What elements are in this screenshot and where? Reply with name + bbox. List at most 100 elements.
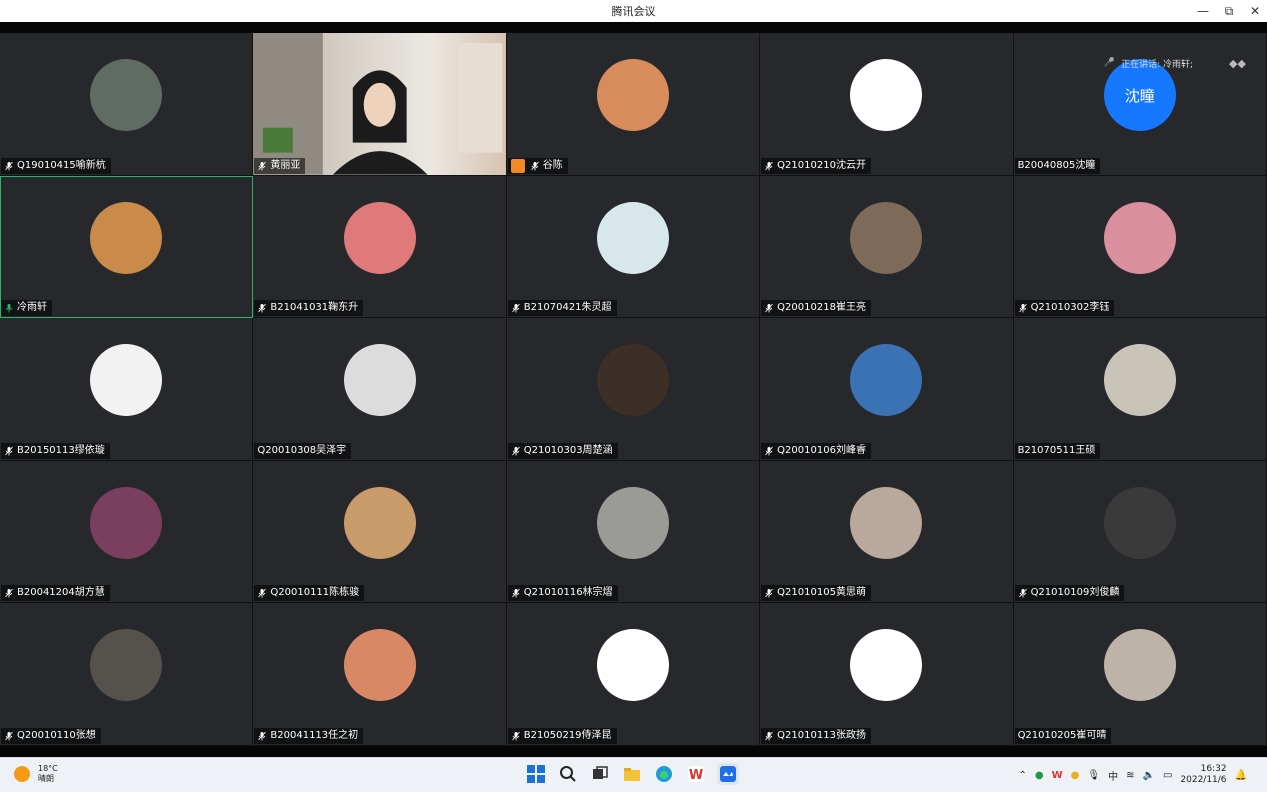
weather-widget[interactable]: 18°C 晴朗 xyxy=(14,764,58,784)
participant-avatar xyxy=(850,201,923,274)
participant-name-tag: Q21010302李钰 xyxy=(1014,300,1115,317)
svg-text:W: W xyxy=(689,768,703,783)
wps-tray-icon[interactable]: W xyxy=(1052,770,1063,781)
participant-tile[interactable]: B20041113任之初 xyxy=(253,603,507,746)
chevron-up-icon[interactable]: ⌃ xyxy=(1019,770,1027,781)
participant-tile[interactable]: Q21010210沈云开 xyxy=(760,33,1014,176)
microphone-muted-icon xyxy=(764,446,774,456)
microphone-muted-icon xyxy=(4,731,14,741)
speaker-icon[interactable]: 🔈 xyxy=(1142,770,1154,781)
participant-tile[interactable]: B21070421朱灵超 xyxy=(506,175,761,319)
participant-name: Q21010205崔可晴 xyxy=(1017,729,1107,741)
participant-name: Q21010109刘俊麟 xyxy=(1030,587,1120,599)
tray-app-icon-2[interactable]: ● xyxy=(1071,770,1080,781)
participant-tile[interactable]: Q21010303周楚涵 xyxy=(506,318,761,461)
participant-name: Q21010210沈云开 xyxy=(777,159,866,171)
clock[interactable]: 16:32 2022/11/6 xyxy=(1180,764,1226,786)
participant-avatar xyxy=(850,344,923,417)
file-explorer-icon[interactable] xyxy=(621,763,643,785)
meeting-logo-icon: ◆◆ xyxy=(1229,56,1246,70)
video-feed xyxy=(253,33,506,175)
tray-app-icon[interactable]: ● xyxy=(1035,770,1044,781)
start-icon[interactable] xyxy=(525,763,547,785)
participant-name: 黄丽亚 xyxy=(270,159,301,171)
participant-tile[interactable]: Q20010218崔王亮 xyxy=(760,175,1014,319)
ime-indicator[interactable]: 中 xyxy=(1108,768,1118,783)
search-icon[interactable] xyxy=(557,763,579,785)
participant-name: Q20010106刘峰睿 xyxy=(777,444,866,456)
microphone-icon[interactable]: 🎙 xyxy=(1087,770,1100,781)
participant-tile[interactable]: B21041031鞠东升 xyxy=(253,175,507,319)
participant-tile[interactable]: 黄丽亚 xyxy=(253,33,507,176)
participant-name-tag: Q20010111陈栋骏 xyxy=(254,585,365,602)
microphone-muted-icon xyxy=(511,446,521,456)
participant-tile[interactable]: Q21010205崔可晴 xyxy=(1013,603,1267,746)
participant-avatar xyxy=(596,59,669,131)
participant-tile[interactable]: Q19010415喻新杭 xyxy=(0,33,254,176)
tencent-meeting-icon[interactable] xyxy=(717,763,739,785)
participant-name-tag: Q21010116林宗熠 xyxy=(507,585,618,602)
participant-name-tag: Q20010218崔王亮 xyxy=(761,300,871,317)
participant-tile[interactable]: B20041204胡方慧 xyxy=(0,460,254,604)
participant-avatar xyxy=(850,59,923,131)
participant-name-tag: B21050219侍泽昆 xyxy=(507,727,617,744)
participant-tile[interactable]: B21050219侍泽昆 xyxy=(506,603,761,746)
participant-tile[interactable]: Q21010116林宗熠 xyxy=(506,460,761,604)
restore-button[interactable]: ⧉ xyxy=(1223,4,1235,19)
participant-avatar xyxy=(850,486,923,559)
participant-tile[interactable]: 冷雨轩 xyxy=(0,175,254,319)
participant-name: Q21010116林宗熠 xyxy=(523,587,613,599)
participant-avatar xyxy=(850,629,923,702)
participant-name-tag: Q21010105黄思萌 xyxy=(761,585,871,602)
participant-avatar xyxy=(596,344,669,417)
participant-tile[interactable]: Q21010302李钰 xyxy=(1013,175,1267,319)
participant-name-tag: 谷陈 xyxy=(507,157,568,174)
bottom-band xyxy=(0,746,1267,757)
participant-avatar xyxy=(1103,201,1176,274)
participant-tile[interactable]: Q20010111陈栋骏 xyxy=(253,460,507,604)
participant-tile[interactable]: 沈瞳 B20040805沈瞳 🎤 正在讲话: 冷雨轩; ◆◆ xyxy=(1013,33,1267,176)
participant-avatar xyxy=(343,344,416,417)
participant-name-tag: Q21010113张政扬 xyxy=(761,727,871,744)
participant-name-tag: B20041113任之初 xyxy=(254,727,364,744)
participant-avatar xyxy=(1103,486,1176,559)
participant-tile[interactable]: B21070511王硕 xyxy=(1013,318,1267,461)
participant-tile[interactable]: Q21010113张政扬 xyxy=(760,603,1014,746)
participant-tile[interactable]: Q21010109刘俊麟 xyxy=(1013,460,1267,604)
close-button[interactable]: ✕ xyxy=(1249,4,1261,18)
participant-tile[interactable]: Q20010308吴泽宇 xyxy=(253,318,507,461)
microphone-muted-icon xyxy=(511,731,521,741)
participant-name-tag: B20150113缪依璇 xyxy=(1,442,110,459)
participant-name: B20041113任之初 xyxy=(270,729,359,741)
microphone-muted-icon xyxy=(4,588,14,598)
clock-time: 16:32 xyxy=(1200,764,1227,774)
participant-name-tag: B20041204胡方慧 xyxy=(1,585,110,602)
participant-tile[interactable]: Q20010106刘峰睿 xyxy=(760,318,1014,461)
minimize-button[interactable]: — xyxy=(1197,4,1209,18)
weather-temp: 18°C xyxy=(38,764,58,773)
participant-avatar xyxy=(596,486,669,559)
notification-icon[interactable]: 🔔 xyxy=(1235,770,1247,781)
edge-icon[interactable] xyxy=(653,763,675,785)
participant-name: Q20010110张想 xyxy=(17,729,96,741)
participant-name: B21050219侍泽昆 xyxy=(523,729,612,741)
participant-name: B20041204胡方慧 xyxy=(17,587,105,599)
participant-tile[interactable]: Q21010105黄思萌 xyxy=(760,460,1014,604)
participant-avatar xyxy=(596,201,669,274)
participant-name: 谷陈 xyxy=(542,159,563,171)
participant-name: B21070421朱灵超 xyxy=(523,302,612,314)
participant-tile[interactable]: Q20010110张想 xyxy=(0,603,254,746)
participant-name: Q20010308吴泽宇 xyxy=(257,444,347,456)
participant-tile[interactable]: B20150113缪依璇 xyxy=(0,318,254,461)
participant-tile[interactable]: 谷陈 xyxy=(506,33,761,176)
taskbar-apps: W xyxy=(525,763,739,785)
wifi-icon[interactable]: ≋ xyxy=(1126,770,1134,781)
participant-name-tag: B20040805沈瞳 xyxy=(1014,157,1101,174)
battery-icon[interactable]: ▭ xyxy=(1163,770,1172,781)
participant-name-tag: B21070421朱灵超 xyxy=(507,300,617,317)
task-view-icon[interactable] xyxy=(589,763,611,785)
wps-icon[interactable]: W xyxy=(685,763,707,785)
participant-name: Q20010218崔王亮 xyxy=(777,302,866,314)
participant-name-tag: Q21010205崔可晴 xyxy=(1014,727,1112,744)
speaking-banner: 🎤 正在讲话: 冷雨轩; ◆◆ xyxy=(1104,55,1246,71)
